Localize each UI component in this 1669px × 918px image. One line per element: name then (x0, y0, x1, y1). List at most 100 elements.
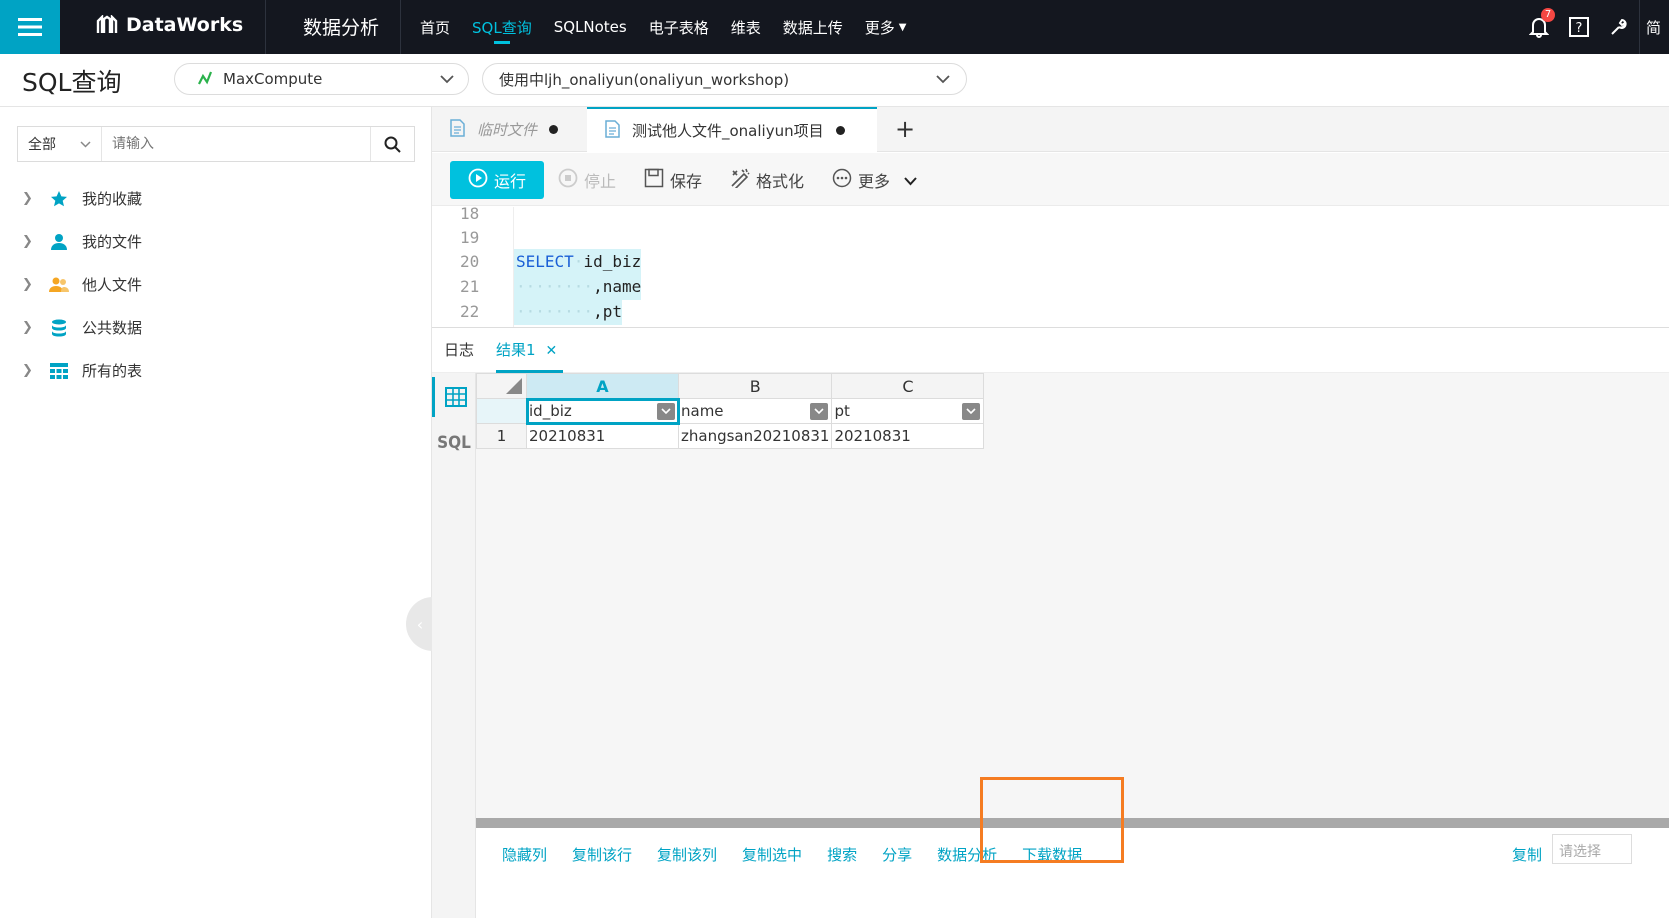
select-all-corner[interactable] (476, 373, 527, 399)
line-number: 22 (460, 302, 480, 321)
nav-more-label: 更多 (864, 18, 895, 37)
chevron-down-icon (440, 70, 454, 88)
tab-label: 临时文件 (477, 121, 538, 139)
result-view-switcher: SQL (432, 373, 476, 918)
more-button[interactable]: 更多 (832, 161, 917, 199)
copy-format-select[interactable]: 请选择 (1552, 834, 1632, 864)
filter-dropdown-icon[interactable] (962, 403, 981, 420)
result-tab-label: 结果1 (496, 341, 536, 359)
header-cell[interactable]: name (677, 398, 833, 424)
dataworks-logo[interactable]: DataWorks (96, 14, 243, 36)
help-icon[interactable]: ? (1559, 0, 1599, 54)
nav-spreadsheet[interactable]: 电子表格 (649, 0, 709, 54)
result-table: A B C id_biz name pt 1 20210831 zhangsan… (476, 373, 985, 449)
brand-name: DataWorks (126, 14, 244, 36)
tab-temp-file[interactable]: 临时文件 (432, 107, 582, 152)
run-button[interactable]: 运行 (450, 161, 544, 199)
horizontal-scrollbar[interactable] (476, 818, 1669, 828)
copy-row-link[interactable]: 复制该行 (572, 844, 632, 865)
file-icon (605, 119, 620, 142)
table-cell[interactable]: 20210831 (526, 423, 679, 449)
chevron-right-icon[interactable]: ❯ (22, 363, 36, 378)
scope-select[interactable]: 全部 (18, 127, 102, 161)
tree-item-label: 我的收藏 (82, 190, 143, 208)
tree-item-my-files[interactable]: ❯ 我的文件 (22, 220, 402, 263)
language-switch[interactable]: 简 (1639, 0, 1669, 54)
tab-test-file[interactable]: 测试他人文件_onaliyun项目 (587, 107, 877, 152)
tree-item-favorites[interactable]: ❯ 我的收藏 (22, 177, 402, 220)
download-data-link[interactable]: 下载数据 (1022, 844, 1082, 865)
wrench-icon[interactable] (1599, 0, 1639, 54)
filter-dropdown-icon[interactable] (810, 403, 829, 420)
table-cell[interactable]: zhangsan20210831 (677, 423, 833, 449)
tab-log[interactable]: 日志 (444, 329, 474, 373)
sidebar-collapse-handle[interactable]: ‹ (406, 597, 434, 651)
code-line: ········,pt (514, 299, 622, 325)
more-label: 更多 (858, 172, 891, 191)
header-cell[interactable]: pt (831, 398, 985, 424)
bell-icon[interactable]: 7 (1519, 0, 1559, 54)
column-letter[interactable]: C (831, 373, 985, 399)
format-label: 格式化 (756, 172, 805, 191)
code-text: ,name (593, 277, 642, 296)
nav-sqlnotes[interactable]: SQLNotes (554, 0, 627, 54)
copy-link[interactable]: 复制 (1512, 844, 1542, 865)
unsaved-dot (549, 125, 559, 134)
sql-editor[interactable]: 18 19 20 21 22 SELECT·id_biz ········,na… (432, 207, 1669, 328)
chevron-right-icon[interactable]: ❯ (22, 277, 36, 292)
chevron-right-icon[interactable]: ❯ (22, 191, 36, 206)
search-link[interactable]: 搜索 (827, 844, 857, 865)
result-actions: 隐藏列 复制该行 复制该列 复制选中 搜索 分享 数据分析 下载数据 (502, 844, 1107, 865)
nav-data-upload[interactable]: 数据上传 (783, 0, 843, 54)
project-select[interactable]: 使用中ljh_onaliyun(onaliyun_workshop) (482, 63, 967, 95)
tree-item-others-files[interactable]: ❯ 他人文件 (22, 263, 402, 306)
close-icon[interactable]: ✕ (546, 343, 558, 359)
hamburger-menu-icon[interactable] (0, 0, 60, 54)
row-number[interactable]: 1 (476, 423, 527, 449)
tab-label: 测试他人文件_onaliyun项目 (632, 122, 824, 140)
format-button[interactable]: 格式化 (730, 161, 804, 199)
copy-column-link[interactable]: 复制该列 (657, 844, 717, 865)
stop-button[interactable]: 停止 (558, 161, 616, 199)
hide-column-link[interactable]: 隐藏列 (502, 844, 547, 865)
share-link[interactable]: 分享 (882, 844, 912, 865)
file-tree: ❯ 我的收藏 ❯ 我的文件 ❯ 他人文件 ❯ 公共数据 ❯ 所有的表 (22, 177, 402, 392)
column-letter-row: A B C (476, 373, 985, 399)
chevron-left-icon: ‹ (416, 614, 424, 634)
play-icon (468, 168, 488, 192)
column-letter[interactable]: A (526, 373, 679, 399)
sql-view-icon[interactable]: SQL (432, 423, 476, 463)
table-icon (48, 360, 70, 382)
tab-result-1[interactable]: 结果1 ✕ (496, 329, 564, 373)
svg-text:?: ? (1576, 21, 1583, 36)
data-analysis-link[interactable]: 数据分析 (937, 844, 997, 865)
search-icon[interactable] (370, 127, 414, 161)
engine-select[interactable]: MaxCompute (174, 63, 469, 95)
add-tab-icon[interactable]: + (890, 115, 920, 143)
chevron-right-icon[interactable]: ❯ (22, 234, 36, 249)
grid-view-icon[interactable] (432, 377, 476, 417)
header-cell[interactable]: id_biz (525, 397, 680, 425)
filter-dropdown-icon[interactable] (657, 403, 675, 420)
sub-header: SQL查询 MaxCompute 使用中ljh_onaliyun(onaliyu… (0, 54, 1669, 107)
nav-sql-query[interactable]: SQL查询 (472, 0, 532, 54)
code-line: ········,name (514, 274, 642, 300)
header-row: id_biz name pt (476, 397, 985, 425)
column-letter[interactable]: B (677, 373, 833, 399)
table-cell[interactable]: 20210831 (831, 423, 985, 449)
tree-item-public-data[interactable]: ❯ 公共数据 (22, 306, 402, 349)
nav-home[interactable]: 首页 (420, 0, 450, 54)
code-text: ,pt (593, 302, 622, 321)
main-panel: 临时文件 测试他人文件_onaliyun项目 + 运行 停止 保存 格式化 更多… (432, 107, 1669, 918)
tree-item-all-tables[interactable]: ❯ 所有的表 (22, 349, 402, 392)
header-label: id_biz (529, 402, 572, 420)
save-button[interactable]: 保存 (644, 161, 702, 199)
tree-item-label: 我的文件 (82, 233, 143, 251)
search-input[interactable] (102, 127, 370, 161)
module-name[interactable]: 数据分析 (303, 13, 379, 40)
nav-dim-table[interactable]: 维表 (731, 0, 761, 54)
nav-more[interactable]: 更多 ▼ (865, 0, 907, 54)
chevron-right-icon[interactable]: ❯ (22, 320, 36, 335)
database-icon (48, 317, 70, 339)
copy-selection-link[interactable]: 复制选中 (742, 844, 802, 865)
